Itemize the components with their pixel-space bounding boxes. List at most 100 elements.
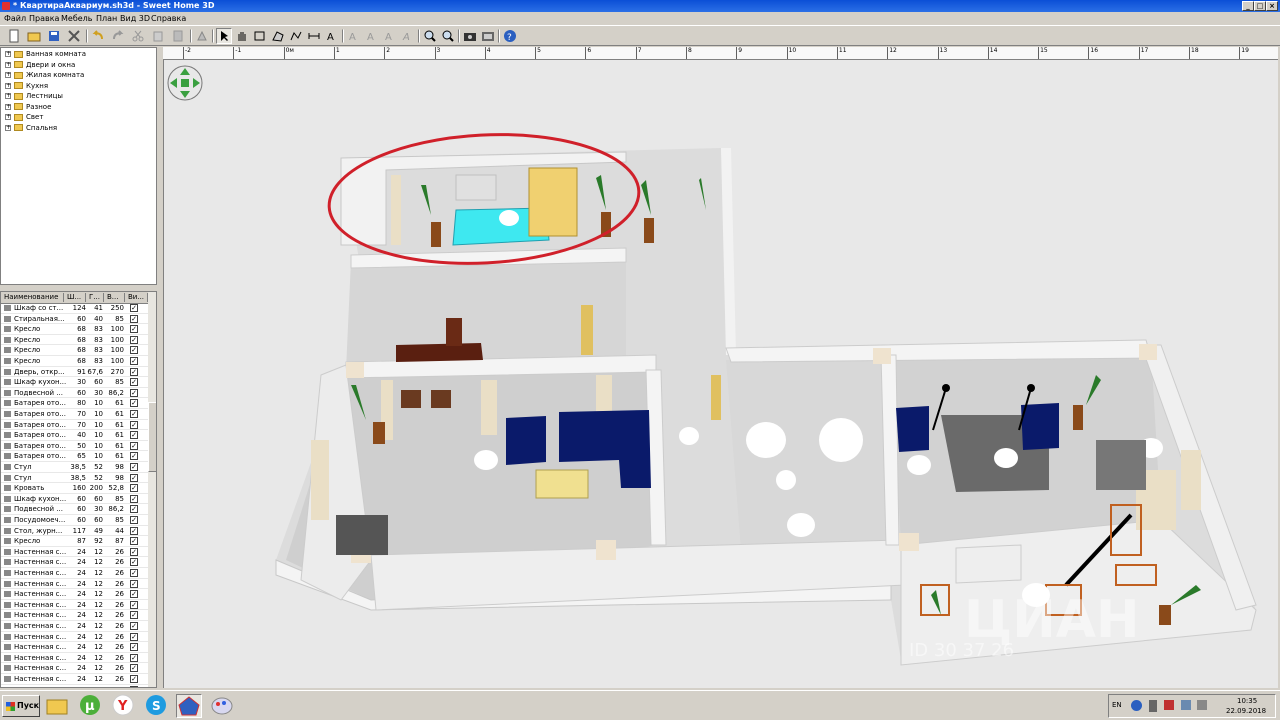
minimize-button[interactable]: _ (1242, 1, 1254, 11)
visible-checkbox[interactable]: ✓ (130, 653, 138, 662)
catalog-category[interactable]: + Лестницы (5, 92, 63, 102)
pan-mode-icon[interactable] (234, 28, 250, 44)
menu-help[interactable]: Справка (151, 14, 186, 23)
visible-checkbox[interactable]: ✓ (130, 410, 138, 418)
visible-checkbox[interactable]: ✓ (130, 526, 138, 535)
visible-checkbox[interactable]: ✓ (130, 452, 138, 461)
table-row[interactable]: Батарея ото... 40 10 61 ✓ (1, 430, 148, 441)
table-row[interactable]: Настенная с...241226✓ (1, 663, 148, 674)
table-row[interactable]: Кресло 68 83 100 ✓ (1, 356, 148, 367)
visible-checkbox[interactable]: ✓ (130, 494, 138, 503)
open-file-icon[interactable] (26, 28, 42, 44)
column-name[interactable]: Наименование (1, 293, 64, 302)
visible-checkbox[interactable]: ✓ (130, 357, 138, 365)
3d-view[interactable]: ЦИАН ID 30 37 26 (163, 60, 1278, 688)
visible-checkbox[interactable]: ✓ (130, 473, 138, 482)
table-row[interactable]: Батарея ото... 80 10 61 ✓ (1, 398, 148, 409)
catalog-category[interactable]: + Кухня (5, 82, 48, 92)
visible-checkbox[interactable]: ✓ (130, 463, 138, 471)
table-row[interactable]: Кресло 87 92 87 ✓ (1, 536, 148, 547)
redo-icon[interactable] (110, 28, 126, 44)
add-furniture-icon[interactable] (194, 28, 210, 44)
yandex-browser-icon[interactable]: Y (111, 694, 137, 718)
menu-3d-view[interactable]: Вид 3D (120, 14, 150, 23)
table-row[interactable]: Подвесной ... 60 30 86,2 ✓ (1, 504, 148, 515)
visible-checkbox[interactable]: ✓ (130, 569, 138, 577)
menu-file[interactable]: Файл (4, 14, 26, 23)
menu-edit[interactable]: Правка (29, 14, 59, 23)
visible-checkbox[interactable]: ✓ (130, 441, 138, 450)
table-row[interactable]: Шкаф кухон... 30 60 85 ✓ (1, 377, 148, 388)
text-style-icon[interactable]: A (346, 28, 362, 44)
navigation-arrows-icon[interactable] (166, 64, 204, 102)
text-style-icon[interactable]: A (400, 28, 416, 44)
menu-plan[interactable]: План (96, 14, 117, 23)
volume-tray-icon[interactable] (1197, 700, 1207, 710)
visible-checkbox[interactable]: ✓ (130, 505, 138, 514)
table-row[interactable]: Подвесной ... 60 30 86,2 ✓ (1, 388, 148, 399)
table-row[interactable]: Настенная с...241226✓ (1, 685, 148, 687)
table-row[interactable]: Настенная с...241226✓ (1, 547, 148, 558)
visible-checkbox[interactable]: ✓ (130, 675, 138, 683)
catalog-category[interactable]: + Разное (5, 103, 51, 113)
table-row[interactable]: Батарея ото... 70 10 61 ✓ (1, 420, 148, 431)
visible-checkbox[interactable]: ✓ (130, 346, 138, 355)
table-row[interactable]: Настенная с...241226✓ (1, 642, 148, 653)
file-explorer-icon[interactable] (45, 694, 71, 718)
table-row[interactable]: Кресло 68 83 100 ✓ (1, 324, 148, 335)
table-row[interactable]: Батарея ото... 65 10 61 ✓ (1, 451, 148, 462)
cut-icon[interactable] (130, 28, 146, 44)
catalog-category[interactable]: + Двери и окна (5, 61, 75, 71)
table-row[interactable]: Батарея ото... 70 10 61 ✓ (1, 409, 148, 420)
maximize-button[interactable]: □ (1254, 1, 1266, 11)
catalog-category[interactable]: + Спальня (5, 124, 57, 134)
add-text-icon[interactable]: A (324, 28, 340, 44)
create-polylines-icon[interactable] (288, 28, 304, 44)
visible-checkbox[interactable]: ✓ (130, 388, 138, 397)
table-scrollbar[interactable] (148, 292, 156, 687)
visible-checkbox[interactable]: ✓ (130, 314, 138, 323)
catalog-category[interactable]: + Ванная комната (5, 50, 86, 60)
visible-checkbox[interactable]: ✓ (130, 579, 138, 588)
table-row[interactable]: Шкаф со ст... 124 41 250 ✓ (1, 303, 148, 314)
table-row[interactable]: Стул 38,5 52 98 ✓ (1, 462, 148, 473)
security-tray-icon[interactable] (1164, 700, 1174, 710)
table-row[interactable]: Настенная с...241226✓ (1, 568, 148, 579)
table-row[interactable]: Дверь, откр... 91 67,6 270 ✓ (1, 367, 148, 378)
photo-icon[interactable] (462, 28, 478, 44)
column-height[interactable]: В... (105, 293, 125, 302)
table-row[interactable]: Настенная с...241226✓ (1, 621, 148, 632)
visible-checkbox[interactable]: ✓ (130, 611, 138, 620)
table-row[interactable]: Настенная с...241226✓ (1, 557, 148, 568)
table-row[interactable]: Батарея ото... 50 10 61 ✓ (1, 441, 148, 452)
text-style-icon[interactable]: A (382, 28, 398, 44)
network-tray-icon[interactable] (1181, 700, 1191, 710)
create-walls-icon[interactable] (252, 28, 268, 44)
usb-tray-icon[interactable] (1149, 700, 1157, 712)
table-row[interactable]: Стол, журн... 117 49 44 ✓ (1, 526, 148, 537)
visible-checkbox[interactable]: ✓ (130, 420, 138, 429)
sweet-home-3d-icon[interactable] (176, 694, 202, 718)
table-row[interactable]: Настенная с...241226✓ (1, 632, 148, 643)
table-row[interactable]: Стиральная... 60 40 85 ✓ (1, 314, 148, 325)
visible-checkbox[interactable]: ✓ (130, 367, 138, 376)
zoom-in-icon[interactable] (422, 28, 438, 44)
table-row[interactable]: Кресло 68 83 100 ✓ (1, 335, 148, 346)
table-row[interactable]: Настенная с...241226✓ (1, 589, 148, 600)
table-row[interactable]: Посудомоеч... 60 60 85 ✓ (1, 515, 148, 526)
catalog-category[interactable]: + Свет (5, 113, 43, 123)
create-dimensions-icon[interactable] (306, 28, 322, 44)
paste-icon[interactable] (170, 28, 186, 44)
visible-checkbox[interactable]: ✓ (130, 516, 138, 524)
help-icon[interactable]: ? (502, 28, 518, 44)
table-row[interactable]: Кровать 160 200 52,8 ✓ (1, 483, 148, 494)
start-button[interactable]: Пуск (2, 695, 40, 717)
visible-checkbox[interactable]: ✓ (130, 399, 138, 408)
visible-checkbox[interactable]: ✓ (130, 600, 138, 609)
help-tray-icon[interactable] (1131, 700, 1142, 711)
skype-icon[interactable]: S (144, 694, 170, 718)
zoom-out-icon[interactable] (440, 28, 456, 44)
table-row[interactable]: Стул 38,5 52 98 ✓ (1, 473, 148, 484)
new-file-icon[interactable] (6, 28, 22, 44)
table-row[interactable]: Кресло 68 83 100 ✓ (1, 345, 148, 356)
